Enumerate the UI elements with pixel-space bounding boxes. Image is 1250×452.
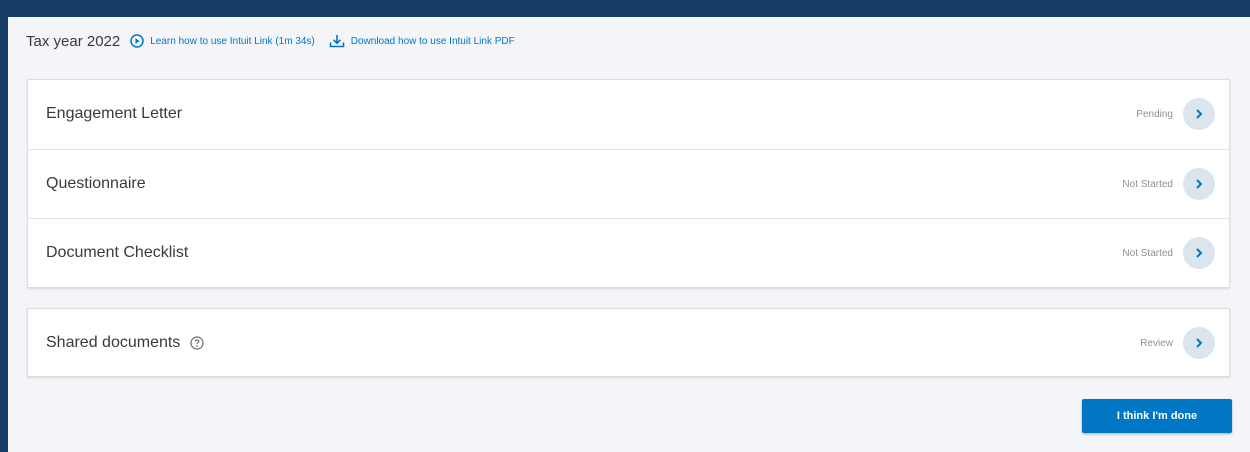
header-row: Tax year 2022 Learn how to use Intuit Li… [26, 31, 529, 51]
task-label: Questionnaire [46, 175, 146, 192]
status-badge: Not Started [1122, 178, 1173, 190]
done-button[interactable]: I think I'm done [1082, 399, 1232, 433]
task-row-questionnaire[interactable]: Questionnaire Not Started [28, 149, 1229, 218]
task-row-engagement-letter[interactable]: Engagement Letter Pending [28, 80, 1229, 148]
status-badge: Not Started [1122, 247, 1173, 259]
tasks-card: Engagement Letter Pending Questionnaire … [27, 79, 1230, 288]
download-pdf-label: Download how to use Intuit Link PDF [350, 35, 515, 47]
question-circle-icon[interactable] [190, 336, 204, 350]
task-label: Document Checklist [46, 244, 189, 261]
shared-documents-title: Shared documents [46, 334, 204, 352]
video-tutorial-label: Learn how to use Intuit Link (1m 34s) [150, 35, 315, 47]
video-tutorial-link[interactable]: Learn how to use Intuit Link (1m 34s) [130, 34, 315, 48]
shared-documents-row[interactable]: Shared documents Review [28, 309, 1229, 377]
tax-year-title: Tax year 2022 [26, 32, 121, 50]
chevron-right-icon[interactable] [1183, 168, 1215, 200]
status-badge: Pending [1136, 108, 1173, 120]
shared-documents-card: Shared documents Review [27, 308, 1230, 377]
chevron-right-icon[interactable] [1183, 237, 1215, 269]
play-circle-icon [130, 34, 144, 48]
main-panel: Tax year 2022 Learn how to use Intuit Li… [8, 17, 1250, 452]
download-pdf-link[interactable]: Download how to use Intuit Link PDF [329, 34, 515, 48]
download-icon [329, 35, 345, 48]
status-badge: Review [1140, 337, 1173, 349]
task-label: Engagement Letter [46, 105, 183, 122]
task-row-document-checklist[interactable]: Document Checklist Not Started [28, 218, 1229, 287]
chevron-right-icon[interactable] [1183, 98, 1215, 130]
chevron-right-icon[interactable] [1183, 327, 1215, 359]
shared-documents-label: Shared documents [46, 334, 181, 351]
